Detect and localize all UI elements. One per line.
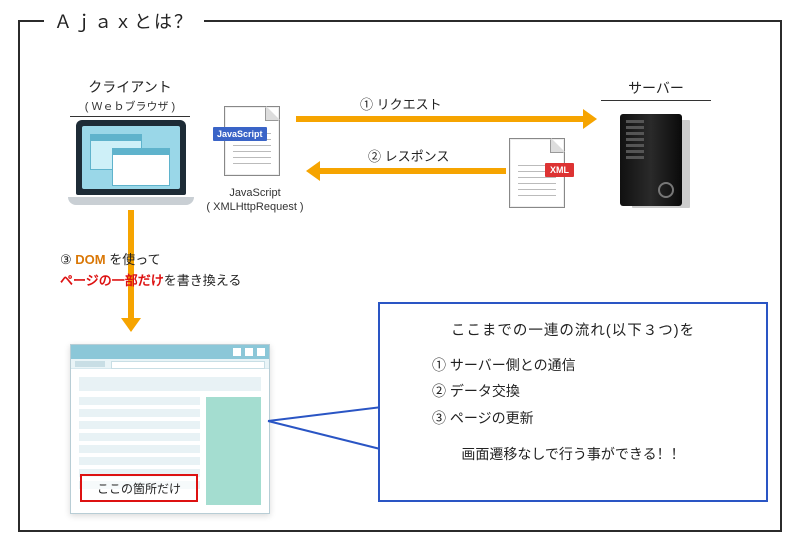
laptop-icon (68, 120, 194, 205)
response-label: ② レスポンス (368, 146, 449, 165)
dom-explanation: ③ DOM を使って ページの一部だけを書き換える (60, 250, 270, 292)
dom-line2-post: を書き換える (164, 273, 242, 288)
summary-callout: ここまでの一連の流れ(以下３つ)を ① サーバー側との通信 ② データ交換 ③ … (378, 302, 768, 502)
js-caption-line2: ( XMLHttpRequest ) (206, 201, 303, 213)
callout-list: ① サーバー側との通信 ② データ交換 ③ ページの更新 (432, 352, 748, 432)
server-icon (620, 114, 692, 210)
javascript-caption: JavaScript ( XMLHttpRequest ) (195, 186, 315, 215)
xml-badge: XML (545, 163, 574, 177)
callout-item-3: ③ ページの更新 (432, 405, 748, 432)
callout-title: ここまでの一連の流れ(以下３つ)を (398, 318, 748, 346)
diagram-stage: Ａｊａｘとは？ クライアント ( Ｗｅｂブラウザ ) サーバー JavaScri… (0, 0, 800, 543)
client-label-text: クライアント (88, 79, 171, 95)
javascript-badge: JavaScript (213, 127, 267, 141)
dom-line1-pre: ③ (60, 252, 75, 267)
callout-item-1: ① サーバー側との通信 (432, 352, 748, 379)
dom-word: DOM (75, 252, 105, 267)
javascript-file-icon: JavaScript (218, 106, 286, 176)
response-arrow-icon (310, 168, 506, 174)
server-label: サーバー (601, 78, 711, 101)
js-caption-line1: JavaScript (229, 187, 280, 199)
callout-item-2: ② データ交換 (432, 378, 748, 405)
dom-line2-red: ページの一部だけ (60, 273, 164, 288)
updated-region (206, 397, 261, 505)
request-label: ① リクエスト (360, 94, 442, 113)
client-sub-text: ( Ｗｅｂブラウザ ) (85, 101, 175, 113)
highlight-label: ここの箇所だけ (80, 474, 198, 502)
dom-line1-post: を使って (106, 252, 161, 267)
callout-footer: 画面遷移なしで行う事ができる！！ (398, 441, 748, 468)
request-arrow-icon (296, 116, 593, 122)
client-label: クライアント ( Ｗｅｂブラウザ ) (70, 78, 190, 117)
diagram-title: Ａｊａｘとは？ (44, 8, 204, 34)
xml-file-icon: XML (508, 138, 566, 208)
